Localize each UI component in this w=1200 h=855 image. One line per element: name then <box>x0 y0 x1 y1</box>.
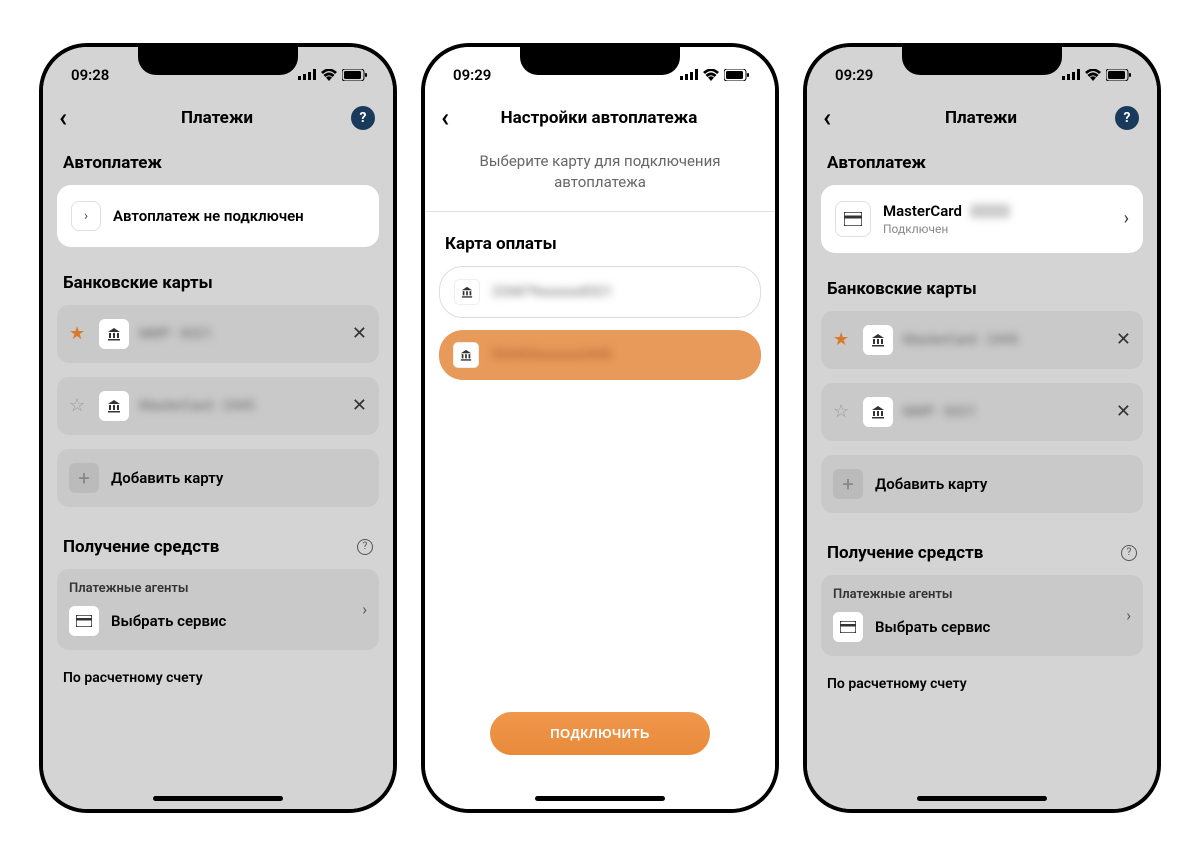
home-indicator[interactable] <box>535 796 665 801</box>
wifi-icon <box>703 69 719 81</box>
card-masked-label: MasterCard - 2445 <box>139 398 342 414</box>
bank-icon <box>863 397 893 427</box>
battery-icon <box>1106 69 1131 81</box>
plus-icon: + <box>833 469 863 499</box>
bank-card-row[interactable]: ☆ MasterCard - 2445 ✕ <box>57 377 379 435</box>
status-time: 09:29 <box>453 66 491 84</box>
status-icons <box>680 69 749 81</box>
status-icons <box>1062 69 1131 81</box>
agents-title: Платежные агенты <box>69 581 367 596</box>
agents-title: Платежные агенты <box>833 587 1131 602</box>
status-icons <box>298 69 367 81</box>
star-filled-icon[interactable]: ★ <box>833 329 853 350</box>
phone-payments-connected: 09:29 ‹ Платежи ? Автоплатеж MasterCard <box>803 43 1161 813</box>
star-filled-icon[interactable]: ★ <box>69 323 89 344</box>
divider <box>425 211 775 212</box>
autopay-status-text: Автоплатеж не подключен <box>113 207 365 225</box>
phone-autopay-settings: 09:29 ‹ Настройки автоплатежа Выберите к… <box>421 43 779 813</box>
add-card-label: Добавить карту <box>111 469 223 487</box>
back-button[interactable]: ‹ <box>441 103 465 133</box>
card-masked-label: 226879xxxxxx8321 <box>492 284 612 300</box>
nav-bar: ‹ Настройки автоплатежа <box>425 93 775 145</box>
signal-icon <box>680 69 698 80</box>
page-title: Настройки автоплатежа <box>465 108 733 128</box>
home-indicator[interactable] <box>917 796 1047 801</box>
card-icon <box>833 612 863 642</box>
bank-card-row[interactable]: ☆ МИР - 8321 ✕ <box>821 383 1143 441</box>
remove-card-button[interactable]: ✕ <box>1116 401 1131 422</box>
back-button[interactable]: ‹ <box>823 103 847 133</box>
cards-section-title: Банковские карты <box>821 271 1143 311</box>
paycard-section-title: Карта оплаты <box>439 226 761 266</box>
bank-card-row[interactable]: ★ MasterCard - 2445 ✕ <box>821 311 1143 369</box>
info-icon[interactable]: ? <box>357 539 373 555</box>
autopay-section-title: Автоплатеж <box>57 145 379 185</box>
funds-section-title: Получение средств <box>827 543 983 563</box>
chevron-right-icon: › <box>71 201 101 231</box>
star-empty-icon[interactable]: ☆ <box>69 395 89 416</box>
agents-action-label: Выбрать сервис <box>111 612 226 630</box>
plus-icon: + <box>69 463 99 493</box>
bank-icon <box>99 319 129 349</box>
card-icon <box>835 201 871 237</box>
payment-card-option[interactable]: 226879xxxxxx8321 <box>439 266 761 318</box>
help-button[interactable]: ? <box>1115 106 1139 130</box>
phone-payments-not-connected: 09:28 ‹ Платежи ? Автоплатеж › Автоплате… <box>39 43 397 813</box>
add-card-button[interactable]: + Добавить карту <box>57 449 379 507</box>
chevron-right-icon: › <box>1126 606 1131 625</box>
subtitle-text: Выберите карту для подключения автоплате… <box>439 145 761 211</box>
add-card-label: Добавить карту <box>875 475 987 493</box>
payment-agents-card[interactable]: Платежные агенты Выбрать сервис › <box>57 569 379 650</box>
page-title: Платежи <box>83 108 351 128</box>
card-masked-label: MasterCard - 2445 <box>903 332 1106 348</box>
card-icon <box>69 606 99 636</box>
wifi-icon <box>1085 69 1101 81</box>
autopay-card-status: Подключен <box>883 222 1112 236</box>
remove-card-button[interactable]: ✕ <box>1116 329 1131 350</box>
status-time: 09:28 <box>71 66 109 84</box>
help-button[interactable]: ? <box>351 106 375 130</box>
bank-icon <box>99 391 129 421</box>
home-indicator[interactable] <box>153 796 283 801</box>
payment-agents-card[interactable]: Платежные агенты Выбрать сервис › <box>821 575 1143 656</box>
autopay-section-title: Автоплатеж <box>821 145 1143 185</box>
card-masked-label: 553453xxxxxx2445 <box>491 347 611 363</box>
connect-button[interactable]: ПОДКЛЮЧИТЬ <box>490 712 710 755</box>
bank-card-row[interactable]: ★ МИР - 8321 ✕ <box>57 305 379 363</box>
bank-icon <box>863 325 893 355</box>
chevron-right-icon: › <box>1124 208 1129 229</box>
autopay-card-name: MasterCard <box>883 202 962 220</box>
battery-icon <box>724 69 749 81</box>
card-masked-label: МИР - 8321 <box>903 404 1106 420</box>
remove-card-button[interactable]: ✕ <box>352 323 367 344</box>
funds-section-title: Получение средств <box>63 537 219 557</box>
account-link[interactable]: По расчетному счету <box>821 676 1143 702</box>
wifi-icon <box>321 69 337 81</box>
payment-card-option-selected[interactable]: 553453xxxxxx2445 <box>439 330 761 380</box>
page-title: Платежи <box>847 108 1115 128</box>
status-time: 09:29 <box>835 66 873 84</box>
card-number-masked <box>970 204 1010 218</box>
bank-icon <box>453 342 479 368</box>
autopay-card-connected[interactable]: MasterCard Подключен › <box>821 185 1143 253</box>
signal-icon <box>298 69 316 80</box>
nav-bar: ‹ Платежи ? <box>807 93 1157 145</box>
add-card-button[interactable]: + Добавить карту <box>821 455 1143 513</box>
star-empty-icon[interactable]: ☆ <box>833 401 853 422</box>
back-button[interactable]: ‹ <box>59 103 83 133</box>
bank-icon <box>454 279 480 305</box>
remove-card-button[interactable]: ✕ <box>352 395 367 416</box>
account-link[interactable]: По расчетному счету <box>57 670 379 696</box>
card-masked-label: МИР - 8321 <box>139 326 342 342</box>
nav-bar: ‹ Платежи ? <box>43 93 393 145</box>
signal-icon <box>1062 69 1080 80</box>
cards-section-title: Банковские карты <box>57 265 379 305</box>
battery-icon <box>342 69 367 81</box>
info-icon[interactable]: ? <box>1121 545 1137 561</box>
chevron-right-icon: › <box>362 600 367 619</box>
agents-action-label: Выбрать сервис <box>875 618 990 636</box>
autopay-status-card[interactable]: › Автоплатеж не подключен <box>57 185 379 247</box>
